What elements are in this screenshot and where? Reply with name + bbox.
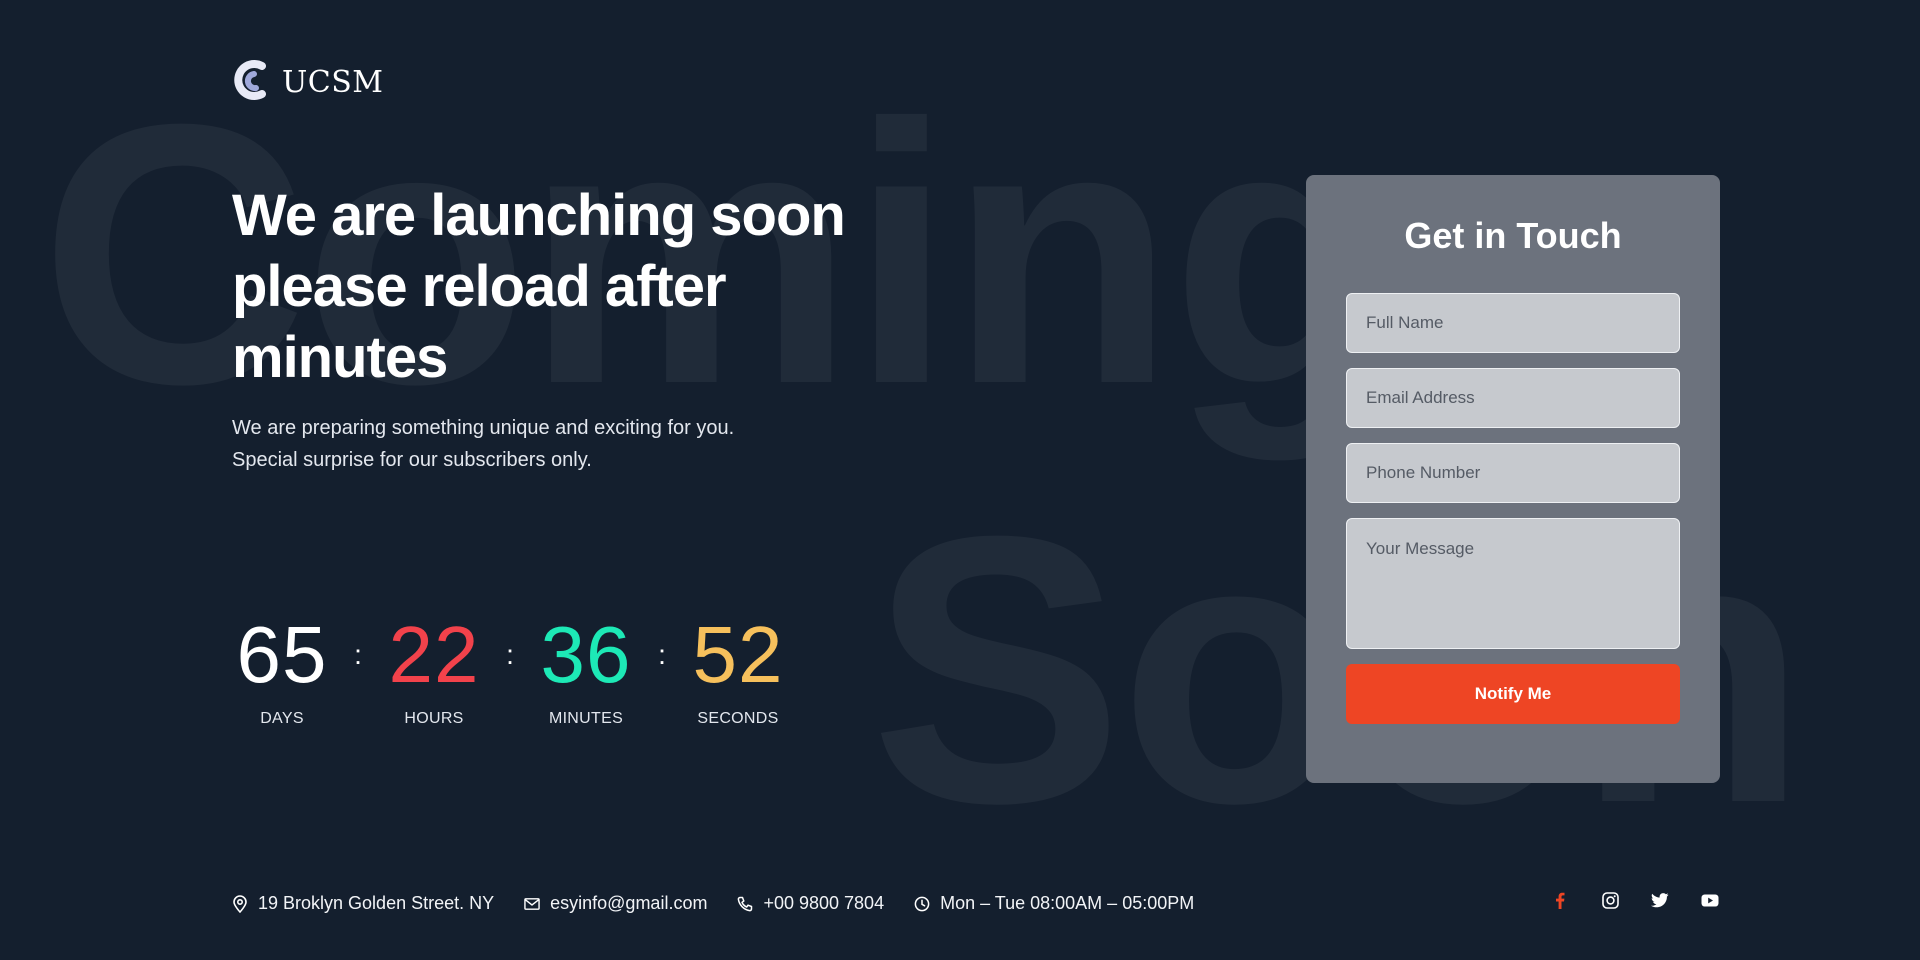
countdown-minutes-value: 36 <box>540 610 632 699</box>
notify-me-button[interactable]: Notify Me <box>1346 664 1680 724</box>
countdown-seconds: 52 SECONDS <box>688 612 788 728</box>
footer-email[interactable]: esyinfo@gmail.com <box>524 893 707 914</box>
countdown-minutes-label: MINUTES <box>548 710 624 727</box>
brand-logo[interactable]: UCSM <box>232 58 384 107</box>
countdown-seconds-value: 52 <box>692 610 784 699</box>
contact-form-title: Get in Touch <box>1404 215 1622 256</box>
countdown-hours: 22 HOURS <box>384 612 484 728</box>
ucsm-logo-mark-icon <box>232 58 272 107</box>
footer-hours-text: Mon – Tue 08:00AM – 05:00PM <box>940 893 1195 913</box>
footer-address-text: 19 Broklyn Golden Street. NY <box>258 893 495 913</box>
social-links <box>1550 892 1720 914</box>
countdown-timer: 65 DAYS : 22 HOURS : 36 MINUTES : 52 SEC… <box>232 612 788 728</box>
countdown-separator: : <box>354 639 362 670</box>
footer-email-text: esyinfo@gmail.com <box>550 893 708 913</box>
countdown-days-label: DAYS <box>260 710 304 727</box>
hero-subtitle: We are preparing something unique and ex… <box>232 412 852 476</box>
location-pin-icon <box>232 894 248 913</box>
youtube-icon <box>1701 894 1719 912</box>
message-textarea[interactable] <box>1346 518 1680 649</box>
countdown-separator: : <box>658 639 666 670</box>
footer-hours: Mon – Tue 08:00AM – 05:00PM <box>914 893 1194 914</box>
brand-name: UCSM <box>282 65 384 100</box>
footer-contact-info: 19 Broklyn Golden Street. NY esyinfo@gma… <box>232 893 1194 914</box>
envelope-icon <box>524 896 540 912</box>
countdown-days-value: 65 <box>236 610 328 699</box>
instagram-link[interactable] <box>1600 892 1620 914</box>
countdown-seconds-label: SECONDS <box>697 710 779 727</box>
full-name-input[interactable] <box>1346 293 1680 353</box>
footer-address: 19 Broklyn Golden Street. NY <box>232 893 494 914</box>
clock-icon <box>914 896 930 912</box>
hero-subtitle-line: Special surprise for our subscribers onl… <box>232 449 592 471</box>
countdown-days: 65 DAYS <box>232 612 332 728</box>
footer-phone[interactable]: +00 9800 7804 <box>737 893 884 914</box>
youtube-link[interactable] <box>1700 893 1720 913</box>
phone-icon <box>737 896 753 912</box>
hero-subtitle-line: We are preparing something unique and ex… <box>232 417 735 439</box>
footer-phone-text: +00 9800 7804 <box>763 893 885 913</box>
countdown-hours-label: HOURS <box>404 710 464 727</box>
countdown-minutes: 36 MINUTES <box>536 612 636 728</box>
facebook-link[interactable] <box>1550 892 1570 914</box>
facebook-icon <box>1555 892 1565 914</box>
twitter-link[interactable] <box>1650 893 1670 913</box>
contact-form-card: Get in Touch Notify Me <box>1306 175 1720 783</box>
hero-title: We are launching soon please reload afte… <box>232 183 846 390</box>
phone-number-input[interactable] <box>1346 443 1680 503</box>
countdown-hours-value: 22 <box>388 610 480 699</box>
instagram-icon <box>1601 892 1619 914</box>
twitter-icon <box>1651 893 1669 913</box>
email-address-input[interactable] <box>1346 368 1680 428</box>
countdown-separator: : <box>506 639 514 670</box>
